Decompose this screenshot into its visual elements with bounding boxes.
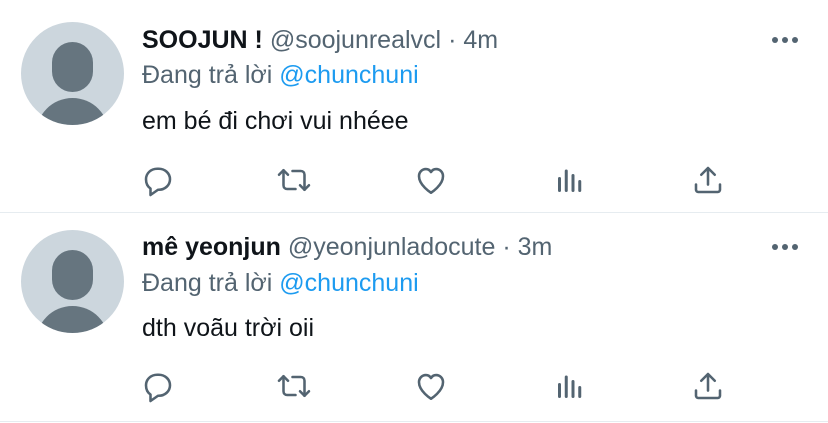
- tweet-text: em bé đi chơi vui nhéee: [142, 107, 409, 135]
- tweet-header: mê yeonjun @yeonjunladocute · 3m: [142, 230, 552, 264]
- retweet-icon[interactable]: [276, 368, 312, 404]
- display-name[interactable]: mê yeonjun: [142, 233, 281, 261]
- avatar[interactable]: [21, 230, 124, 333]
- tweet-divider: [0, 421, 828, 422]
- action-bar: [140, 162, 740, 202]
- heart-icon[interactable]: [413, 368, 449, 404]
- reply-context: Đang trả lời @chunchuni: [142, 266, 419, 300]
- tweet-header: SOOJUN ! @soojunrealvcl · 4m: [142, 23, 498, 57]
- reply-prefix: Đang trả lời: [142, 269, 273, 297]
- display-name[interactable]: SOOJUN !: [142, 26, 263, 54]
- reply-icon[interactable]: [140, 162, 176, 198]
- user-handle[interactable]: @soojunrealvcl: [270, 26, 441, 54]
- action-bar: [140, 368, 740, 408]
- analytics-icon[interactable]: [552, 162, 588, 198]
- reply-mention-link[interactable]: @chunchuni: [279, 269, 418, 297]
- separator-dot: ·: [502, 233, 511, 261]
- reply-mention-link[interactable]: @chunchuni: [279, 61, 418, 89]
- share-icon[interactable]: [690, 368, 726, 404]
- avatar-body: [36, 98, 109, 125]
- analytics-icon[interactable]: [552, 368, 588, 404]
- more-icon[interactable]: [772, 237, 802, 257]
- tweet[interactable]: SOOJUN ! @soojunrealvcl · 4m Đang trả lờ…: [0, 0, 828, 212]
- avatar[interactable]: [21, 22, 124, 125]
- retweet-icon[interactable]: [276, 162, 312, 198]
- avatar-body: [36, 306, 109, 333]
- reply-context: Đang trả lời @chunchuni: [142, 58, 419, 92]
- user-handle[interactable]: @yeonjunladocute: [288, 233, 495, 261]
- separator-dot: ·: [448, 26, 457, 54]
- reply-prefix: Đang trả lời: [142, 61, 273, 89]
- reply-icon[interactable]: [140, 368, 176, 404]
- timestamp[interactable]: 3m: [518, 233, 553, 261]
- avatar-head: [52, 250, 93, 300]
- tweet[interactable]: mê yeonjun @yeonjunladocute · 3m Đang tr…: [0, 213, 828, 423]
- tweet-text: dth voãu trời oii: [142, 314, 315, 342]
- more-icon[interactable]: [772, 30, 802, 50]
- share-icon[interactable]: [690, 162, 726, 198]
- heart-icon[interactable]: [413, 162, 449, 198]
- timestamp[interactable]: 4m: [463, 26, 498, 54]
- avatar-head: [52, 42, 93, 92]
